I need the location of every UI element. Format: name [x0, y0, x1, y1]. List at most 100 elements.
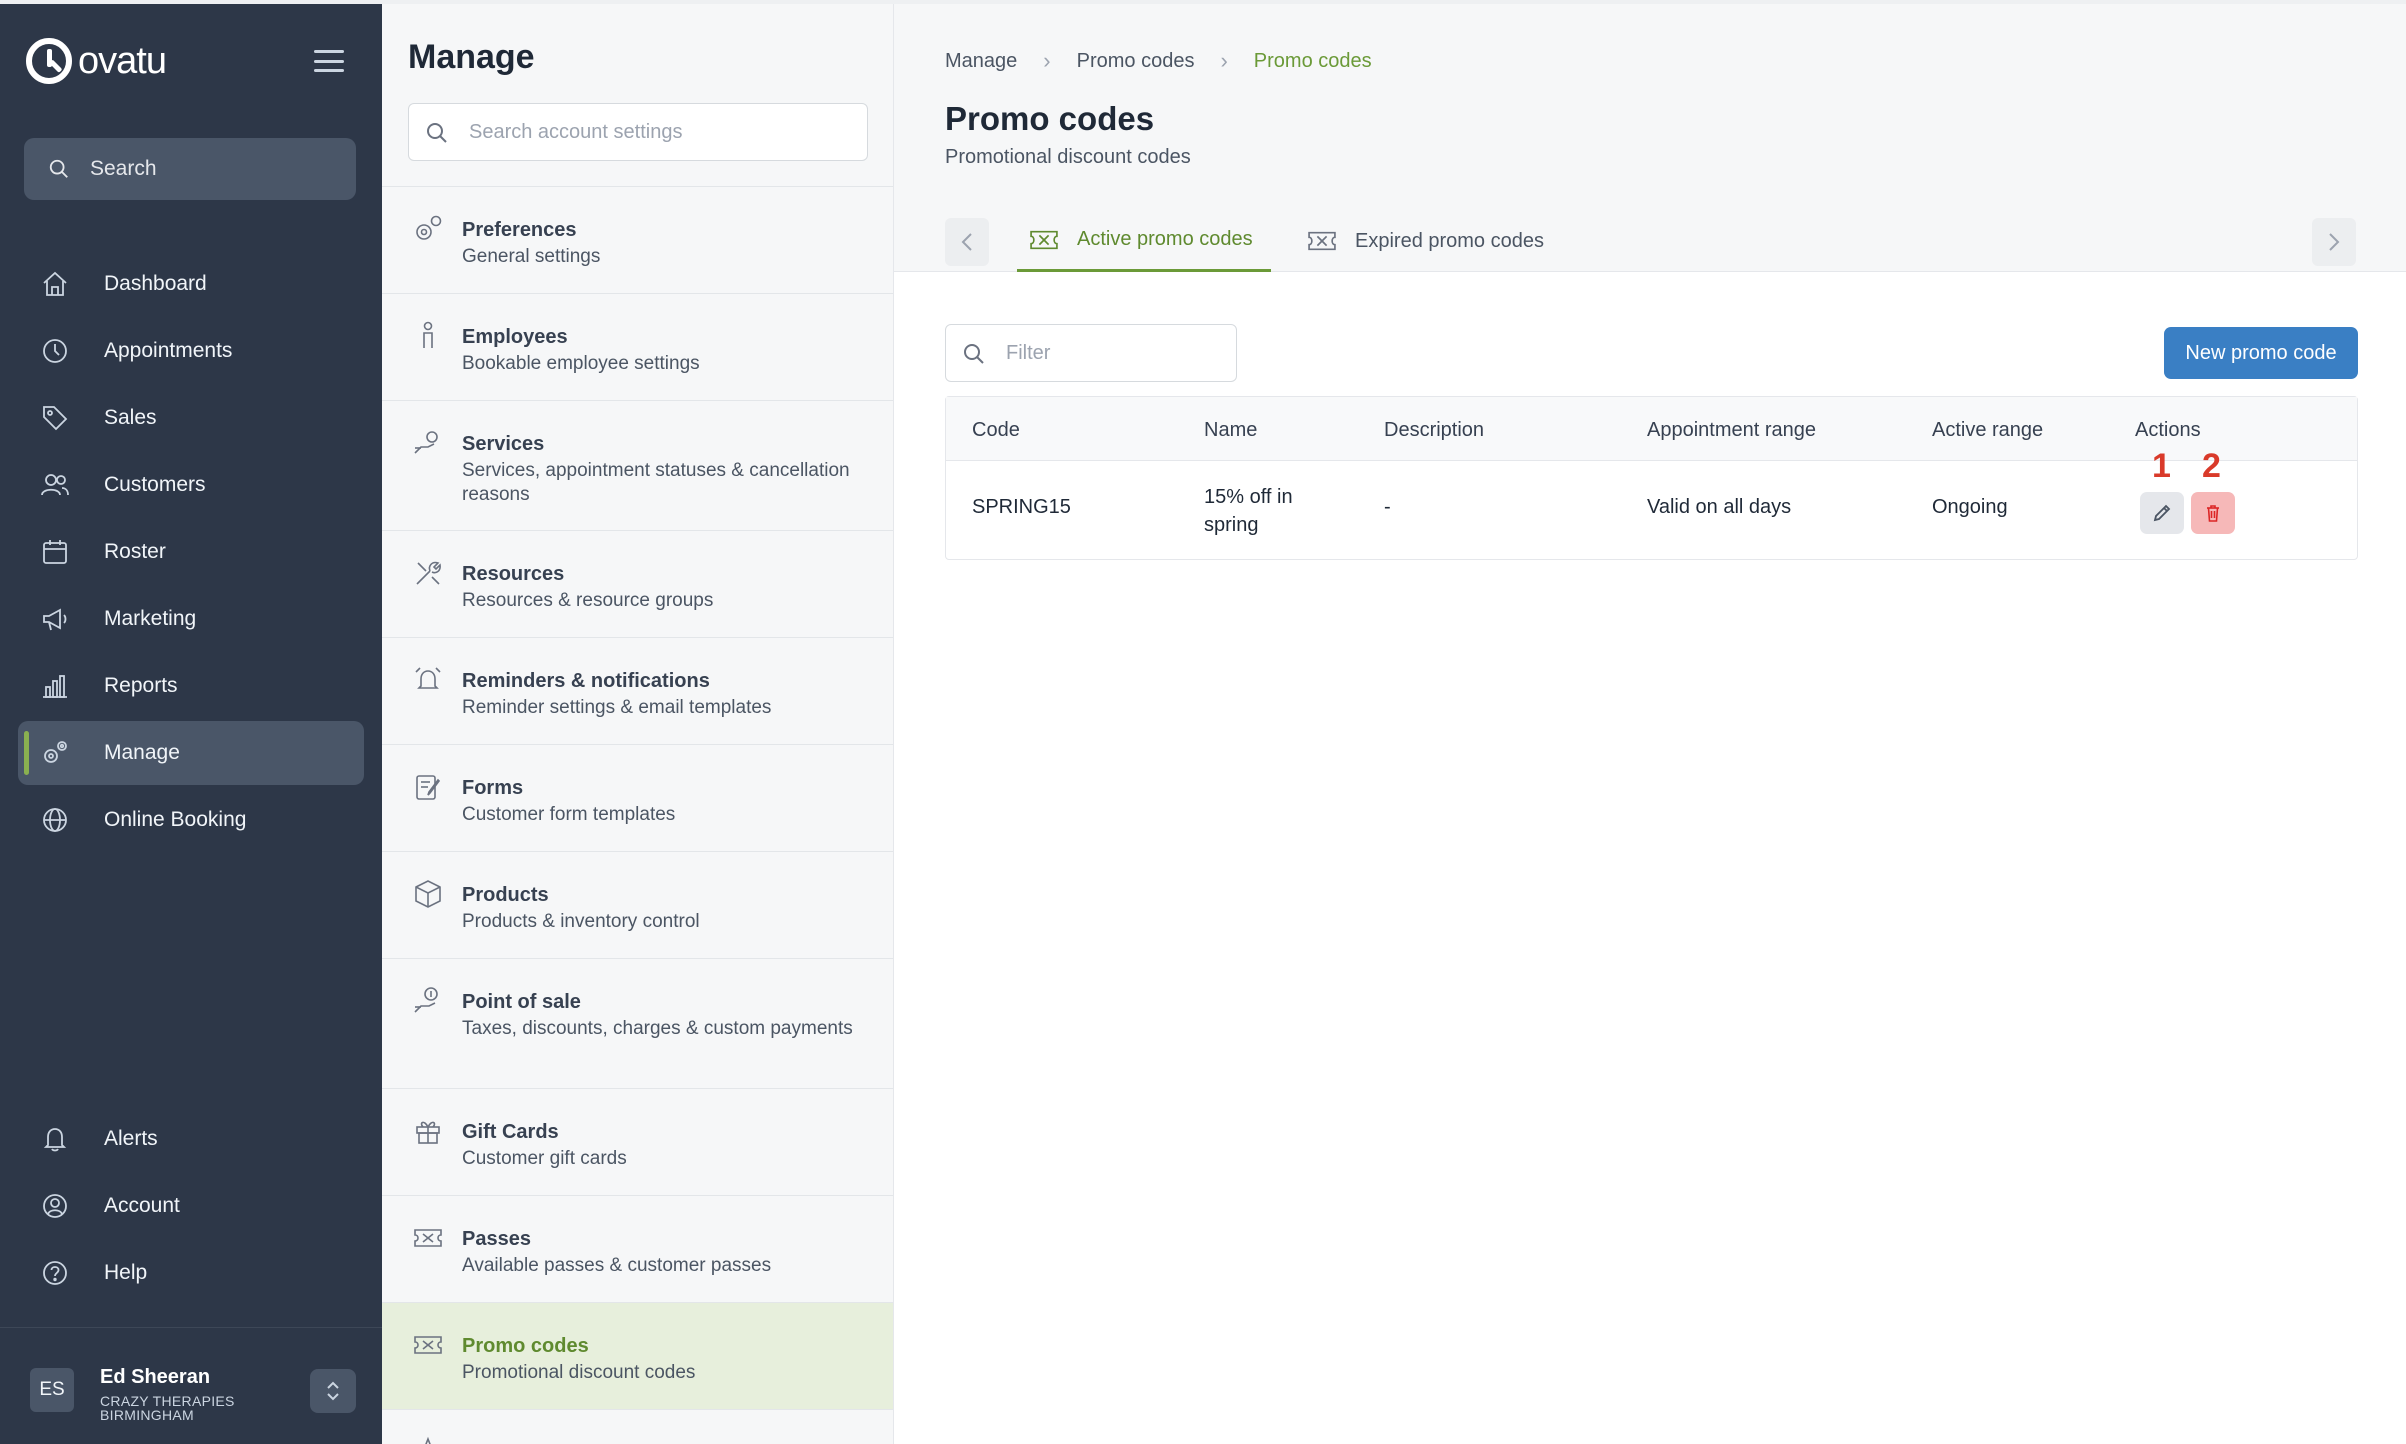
- nav-item-manage[interactable]: Manage: [18, 721, 364, 785]
- coin-hand-icon: [414, 987, 438, 1013]
- page-subtitle: Promotional discount codes: [945, 146, 1191, 168]
- settings-item-title: Point of sale: [462, 991, 581, 1013]
- nav-item-label: Roster: [104, 540, 166, 563]
- nav-item-sales[interactable]: Sales: [18, 386, 364, 450]
- breadcrumb-item[interactable]: Manage: [945, 50, 1017, 73]
- settings-item-gift-cards[interactable]: Gift Cards Customer gift cards: [382, 1089, 893, 1196]
- settings-item-subtitle: Customer form templates: [462, 804, 676, 825]
- ticket-icon: [414, 1229, 442, 1247]
- settings-item-reminders[interactable]: Reminders & notifications Reminder setti…: [382, 638, 893, 745]
- nav-item-label: Dashboard: [104, 272, 207, 295]
- nav-item-roster[interactable]: Roster: [18, 520, 364, 584]
- settings-item-subtitle: Bookable employee settings: [462, 353, 700, 374]
- cell-name: 15% off in spring: [1204, 486, 1293, 536]
- column-header-name[interactable]: Name: [1204, 419, 1257, 442]
- settings-title: Manage: [408, 38, 535, 76]
- search-icon: [427, 123, 447, 143]
- nav-item-account[interactable]: Account: [18, 1174, 364, 1238]
- globe-icon: [43, 808, 67, 832]
- filter-input[interactable]: Filter: [945, 324, 1237, 382]
- column-header-code[interactable]: Code: [972, 419, 1020, 442]
- settings-item-subtitle: Services, appointment statuses & cancell…: [462, 460, 850, 505]
- form-icon: [416, 775, 441, 800]
- nav-item-alerts[interactable]: Alerts: [18, 1107, 364, 1171]
- nav-item-label: Account: [104, 1194, 180, 1217]
- nav-item-online-booking[interactable]: Online Booking: [18, 788, 364, 852]
- tabs-scroll-right-button[interactable]: [2312, 218, 2356, 266]
- global-search-label: Search: [90, 157, 157, 180]
- chevron-right-icon: [2329, 233, 2340, 251]
- page-header: Manage › Promo codes › Promo codes Promo…: [894, 4, 2406, 272]
- settings-item-title: Employees: [462, 326, 568, 348]
- search-icon: [49, 159, 68, 178]
- nav-item-help[interactable]: Help: [18, 1241, 364, 1305]
- nav-item-label: Manage: [104, 741, 180, 764]
- column-header-active-range[interactable]: Active range: [1932, 419, 2043, 442]
- gears-icon: [44, 741, 67, 763]
- trash-icon: [2207, 505, 2219, 522]
- nav-item-marketing[interactable]: Marketing: [18, 587, 364, 651]
- tab-active-promo-codes[interactable]: Active promo codes: [1017, 210, 1271, 272]
- settings-item-passes[interactable]: Passes Available passes & customer passe…: [382, 1196, 893, 1303]
- column-header-description[interactable]: Description: [1384, 419, 1484, 442]
- settings-item-preferences[interactable]: Preferences General settings: [382, 187, 893, 294]
- nav-item-customers[interactable]: Customers: [18, 453, 364, 517]
- global-search-button[interactable]: Search: [24, 138, 356, 200]
- breadcrumb-item[interactable]: Promo codes: [1077, 50, 1195, 73]
- settings-search-placeholder: Search account settings: [469, 120, 683, 143]
- tabs-scroll-left-button[interactable]: [945, 218, 989, 266]
- nav-item-label: Alerts: [104, 1127, 158, 1150]
- settings-item-employees[interactable]: Employees Bookable employee settings: [382, 294, 893, 401]
- tag-icon: [43, 406, 68, 431]
- logo-clock-icon: [26, 38, 72, 84]
- settings-item-resources[interactable]: Resources Resources & resource groups: [382, 531, 893, 638]
- settings-item-partial[interactable]: [382, 1410, 893, 1444]
- new-promo-code-button[interactable]: New promo code: [2164, 327, 2358, 379]
- ovatu-logo[interactable]: ovatu: [26, 34, 167, 88]
- avatar[interactable]: ES: [30, 1368, 74, 1412]
- nav-item-reports[interactable]: Reports: [18, 654, 364, 718]
- edit-button[interactable]: [2140, 492, 2184, 534]
- settings-search-input[interactable]: Search account settings: [408, 103, 868, 161]
- column-header-appointment-range[interactable]: Appointment range: [1647, 419, 1816, 442]
- column-header-actions: Actions: [2135, 419, 2201, 441]
- page-title: Promo codes: [945, 100, 1155, 137]
- breadcrumb: Manage › Promo codes › Promo codes: [945, 48, 1372, 74]
- user-profile: ES Ed Sheeran Crazy Therapies Birmingham: [0, 1327, 382, 1444]
- settings-item-title: Forms: [462, 777, 524, 799]
- help-icon: [43, 1261, 67, 1285]
- gift-icon: [416, 1121, 440, 1144]
- calendar-icon: [43, 540, 67, 564]
- settings-panel: Manage Search account settings Preferenc…: [382, 4, 894, 1444]
- tab-expired-promo-codes[interactable]: Expired promo codes: [1307, 210, 1544, 272]
- settings-item-point-of-sale[interactable]: Point of sale Taxes, discounts, charges …: [382, 959, 893, 1089]
- nav-item-dashboard[interactable]: Dashboard: [18, 252, 364, 316]
- delete-button[interactable]: [2191, 492, 2235, 534]
- search-icon: [964, 344, 984, 364]
- settings-list: Preferences General settings Employees B…: [382, 186, 893, 1444]
- filter-placeholder: Filter: [1006, 341, 1051, 364]
- menu-toggle-icon[interactable]: [314, 50, 344, 72]
- nav-item-label: Appointments: [104, 339, 233, 362]
- account-switcher-button[interactable]: [310, 1369, 356, 1413]
- main-content: Manage › Promo codes › Promo codes Promo…: [894, 4, 2406, 1444]
- chevron-left-icon: [961, 233, 972, 251]
- alarm-icon: [415, 667, 441, 689]
- star-icon: [425, 1436, 431, 1444]
- main-sidebar: ovatu Search Dashboard Appointments Sale…: [0, 4, 382, 1444]
- settings-item-services[interactable]: Services Services, appointment statuses …: [382, 401, 893, 531]
- box-icon: [415, 880, 441, 908]
- secondary-nav: Alerts Account Help: [18, 1107, 364, 1308]
- users-icon: [41, 474, 69, 496]
- settings-item-forms[interactable]: Forms Customer form templates: [382, 745, 893, 852]
- cell-code: SPRING15: [972, 496, 1071, 518]
- promo-codes-table: Code Name Description Appointment range …: [945, 396, 2358, 560]
- settings-item-promo-codes[interactable]: Promo codes Promotional discount codes: [382, 1303, 893, 1410]
- settings-item-subtitle: Available passes & customer passes: [462, 1255, 772, 1276]
- account-icon: [43, 1194, 67, 1218]
- nav-item-appointments[interactable]: Appointments: [18, 319, 364, 383]
- nav-item-label: Online Booking: [104, 808, 247, 831]
- settings-item-products[interactable]: Products Products & inventory control: [382, 852, 893, 959]
- user-name: Ed Sheeran: [100, 1366, 211, 1388]
- user-company: Crazy Therapies Birmingham: [100, 1393, 235, 1423]
